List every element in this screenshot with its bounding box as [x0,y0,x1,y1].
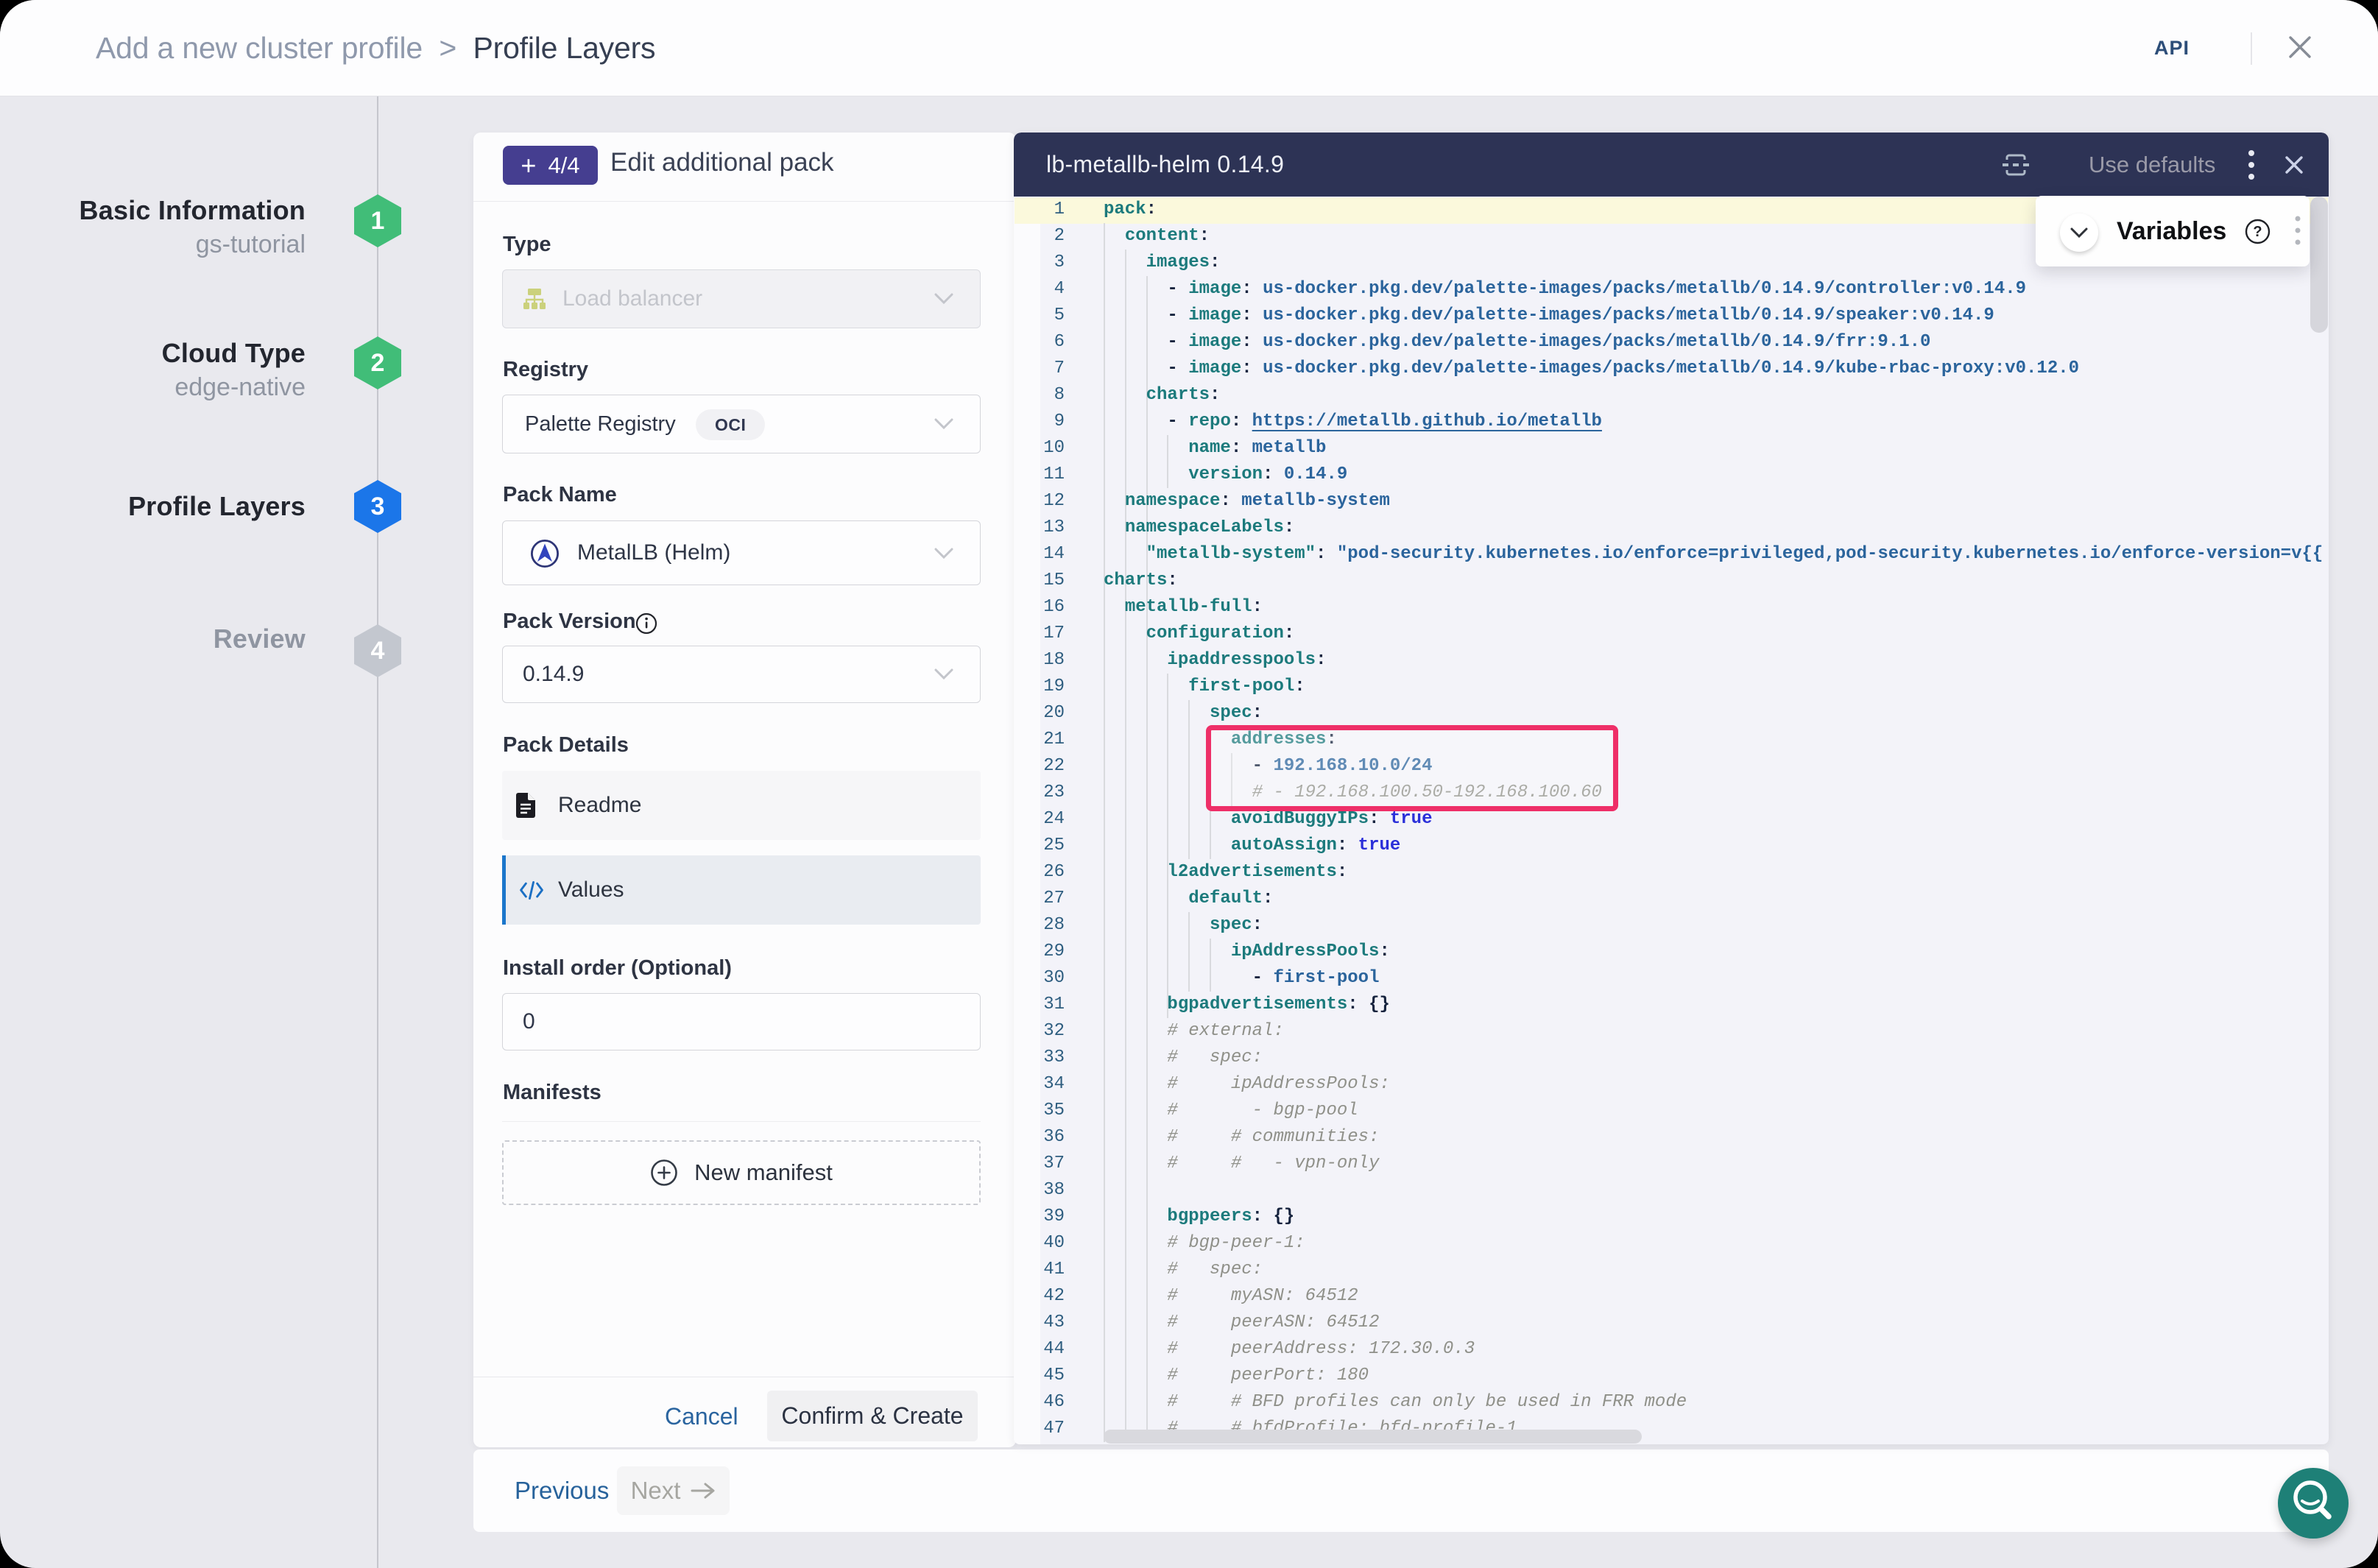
svg-text:?: ? [2253,224,2262,240]
